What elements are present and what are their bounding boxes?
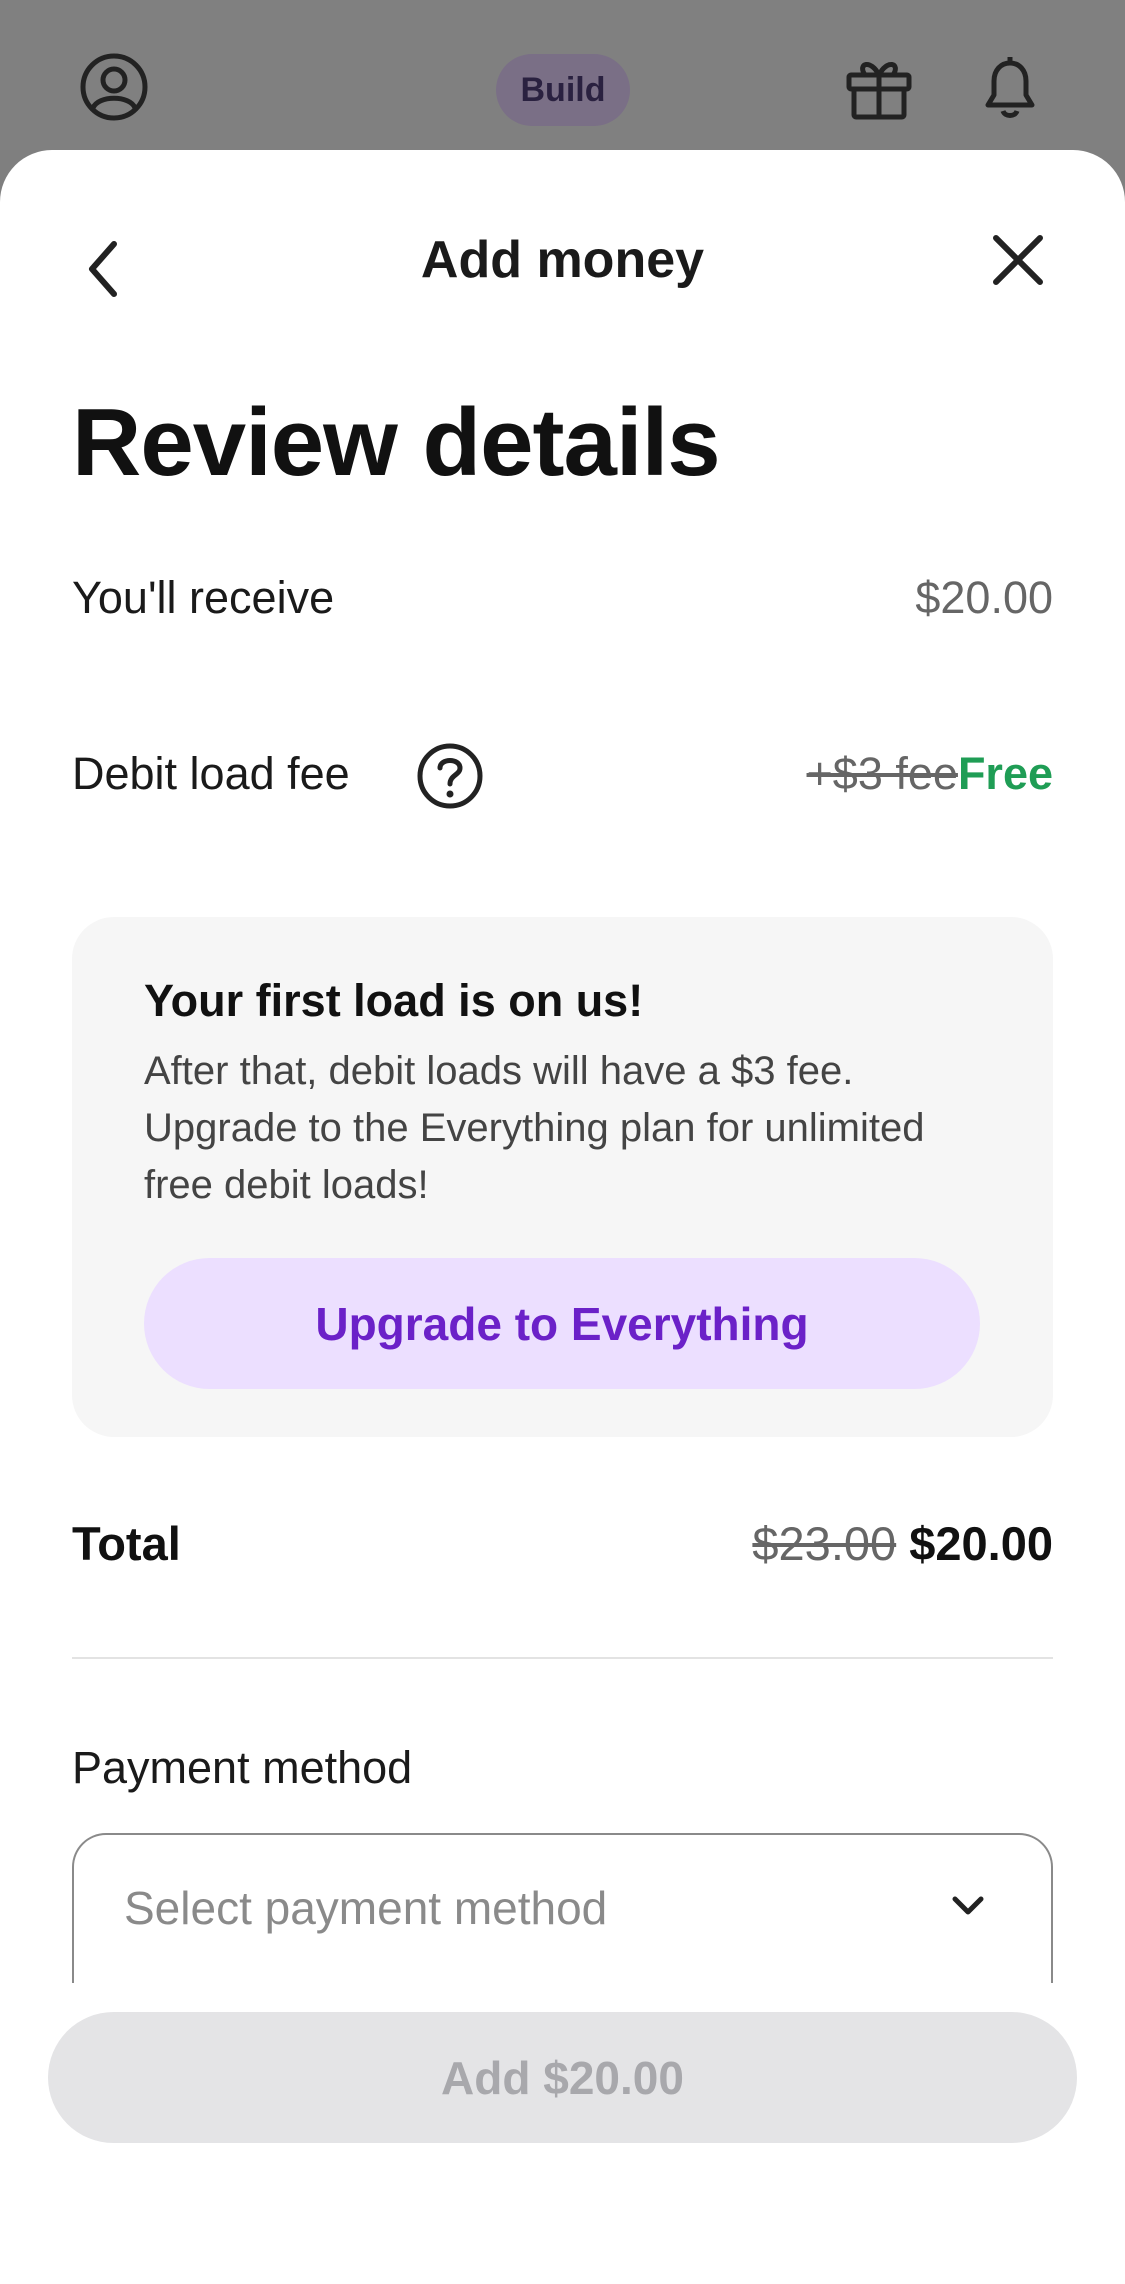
upgrade-button[interactable]: Upgrade to Everything bbox=[144, 1258, 980, 1389]
profile-icon[interactable] bbox=[78, 51, 150, 123]
total-value: $23.00 $20.00 bbox=[752, 1516, 1053, 1571]
divider bbox=[72, 1657, 1053, 1659]
payment-method-select[interactable]: Select payment method bbox=[72, 1833, 1053, 1983]
receive-value: $20.00 bbox=[915, 572, 1053, 623]
fee-label: Debit load fee bbox=[72, 748, 350, 799]
fee-value: +$3 feeFree bbox=[807, 748, 1053, 800]
total-label: Total bbox=[72, 1517, 181, 1570]
sheet-title: Add money bbox=[420, 231, 705, 289]
fee-old-value: +$3 fee bbox=[806, 748, 958, 799]
promo-body: After that, debit loads will have a $3 f… bbox=[144, 1049, 925, 1207]
add-money-sheet: Add money Review details You'll receive … bbox=[0, 150, 1125, 2284]
build-plan-badge[interactable]: Build bbox=[496, 54, 630, 126]
add-money-button[interactable]: Add $20.00 bbox=[48, 2012, 1077, 2143]
gift-icon[interactable] bbox=[843, 51, 915, 123]
chevron-down-icon bbox=[952, 1896, 984, 1915]
first-load-promo-card: Your first load is on us! After that, de… bbox=[72, 917, 1053, 1437]
fee-free-value: Free bbox=[957, 748, 1053, 799]
close-icon[interactable] bbox=[988, 230, 1048, 290]
bell-icon[interactable] bbox=[974, 51, 1046, 123]
receive-label: You'll receive bbox=[72, 572, 335, 623]
top-bar: Build bbox=[0, 0, 1125, 150]
total-old-value: $23.00 bbox=[752, 1517, 897, 1570]
payment-method-label: Payment method bbox=[72, 1742, 413, 1793]
total-new-value: $20.00 bbox=[909, 1517, 1053, 1570]
help-icon[interactable] bbox=[416, 742, 484, 810]
payment-method-placeholder: Select payment method bbox=[124, 1882, 608, 1934]
promo-title: Your first load is on us! bbox=[144, 975, 644, 1026]
page-title: Review details bbox=[72, 389, 721, 496]
